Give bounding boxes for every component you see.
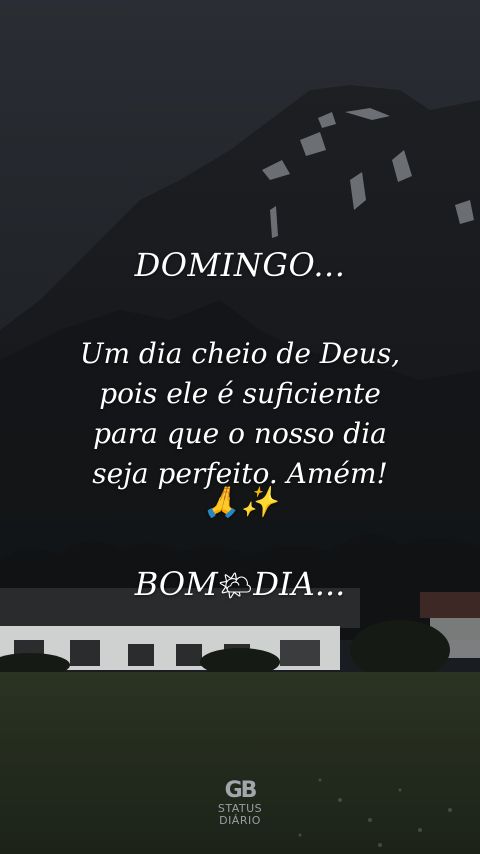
greeting-end: DIA... <box>253 565 346 603</box>
message-line: para que o nosso dia <box>93 417 387 450</box>
greeting: BOM🌤DIA... <box>0 565 480 603</box>
message-line: Um dia cheio de Deus, <box>79 337 401 370</box>
watermark-line2: DIÁRIO <box>219 814 261 827</box>
gb-logo-icon: GB <box>224 778 258 803</box>
message-line: pois ele é suficiente <box>99 377 381 410</box>
praying-hands-sparkles-icon: 🙏✨ <box>202 485 278 520</box>
watermark-logo: GB STATUS DIÁRIO <box>190 778 290 827</box>
sun-behind-cloud-icon: 🌤 <box>217 569 254 602</box>
message-body: Um dia cheio de Deus, pois ele é suficie… <box>0 334 480 494</box>
message-heading: DOMINGO... <box>134 246 346 284</box>
photo-background: DOMINGO... Um dia cheio de Deus, pois el… <box>0 0 480 854</box>
greeting-start: BOM <box>134 565 218 603</box>
